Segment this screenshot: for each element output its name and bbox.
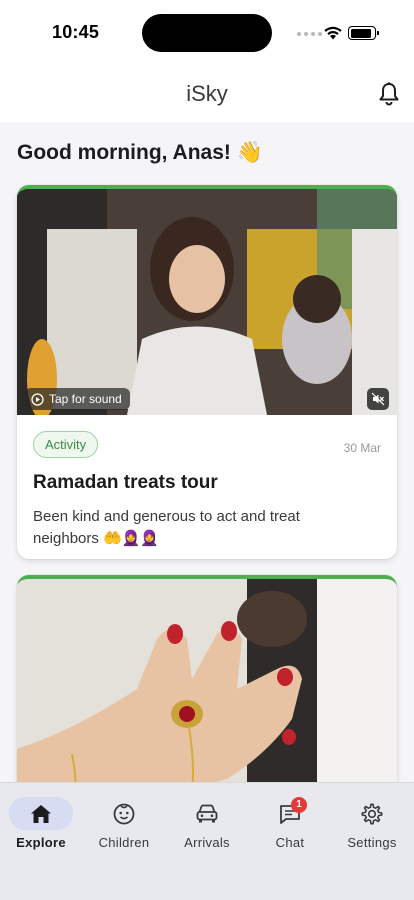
signal-icon bbox=[297, 32, 322, 36]
play-circle-icon bbox=[31, 392, 44, 406]
sound-label: Tap for sound bbox=[49, 392, 122, 406]
nav-label: Explore bbox=[16, 835, 66, 850]
nav-arrivals[interactable]: Arrivals bbox=[166, 797, 248, 850]
nav-children[interactable]: Children bbox=[83, 797, 165, 850]
app-header: iSky bbox=[0, 66, 414, 122]
bottom-nav: Explore Children Arrivals 1 Chat Setting… bbox=[0, 782, 414, 900]
status-bar: 10:45 bbox=[0, 0, 414, 66]
nav-explore-highlight bbox=[9, 797, 73, 830]
home-icon bbox=[31, 804, 51, 823]
post-date: 30 Mar bbox=[343, 441, 381, 455]
mute-button[interactable] bbox=[367, 388, 389, 410]
greeting-text: Good morning, Anas! 👋 bbox=[17, 141, 263, 164]
app-title: iSky bbox=[186, 81, 228, 106]
wifi-icon bbox=[324, 26, 342, 40]
nav-explore[interactable]: Explore bbox=[0, 797, 82, 850]
video-frame bbox=[17, 189, 397, 415]
status-time: 10:45 bbox=[52, 22, 100, 42]
category-tag: Activity bbox=[33, 431, 99, 458]
photo-frame bbox=[17, 579, 397, 795]
post-card[interactable]: Tap for sound Activity Ramadan treats to… bbox=[17, 185, 397, 559]
post-photo[interactable] bbox=[17, 579, 397, 795]
nav-label: Arrivals bbox=[184, 835, 230, 850]
dynamic-island bbox=[142, 14, 272, 52]
mute-icon bbox=[371, 392, 385, 406]
post-video[interactable]: Tap for sound bbox=[17, 189, 397, 415]
post-card[interactable] bbox=[17, 575, 397, 795]
chat-badge: 1 bbox=[291, 797, 307, 813]
post-title: Ramadan treats tour bbox=[33, 472, 218, 493]
gear-icon bbox=[361, 803, 383, 825]
car-icon bbox=[196, 804, 218, 822]
face-icon bbox=[113, 803, 135, 824]
bell-icon[interactable] bbox=[377, 81, 401, 107]
nav-chat[interactable]: 1 Chat bbox=[249, 797, 331, 850]
nav-settings[interactable]: Settings bbox=[331, 797, 413, 850]
battery-icon bbox=[348, 26, 379, 40]
nav-label: Chat bbox=[275, 835, 305, 850]
nav-label: Settings bbox=[347, 835, 397, 850]
post-description: Been kind and generous to act and treat … bbox=[33, 508, 300, 547]
tap-for-sound-button[interactable]: Tap for sound bbox=[25, 388, 130, 410]
nav-label: Children bbox=[98, 835, 150, 850]
